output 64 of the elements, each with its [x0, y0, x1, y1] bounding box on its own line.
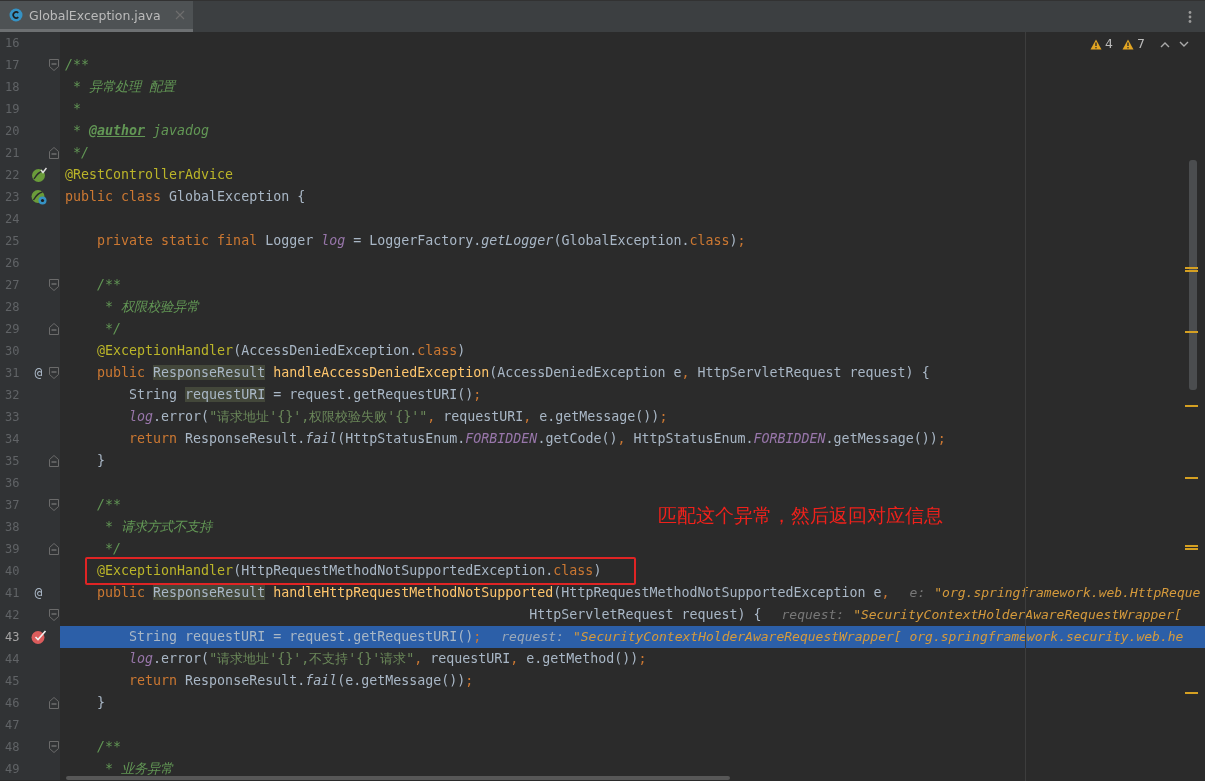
code-line: public ResponseResult handleAccessDeniedException(AccessDeniedException e, HttpServletRequest request) { — [97, 364, 930, 382]
error-stripe-mark — [1185, 692, 1198, 694]
breakpoint-icon[interactable] — [30, 629, 47, 645]
code-line: * 请求方式不支持 — [105, 518, 213, 536]
error-stripe-mark — [1185, 331, 1198, 333]
code-line: * 权限校验异常 — [105, 298, 200, 316]
code-line: log.error("请求地址'{}',权限校验失败'{}'", requestURI, e.getMessage()); — [129, 408, 668, 426]
inline-hint: request: "SecurityContextHolderAwareRequestWrapper[ — [781, 606, 1182, 624]
close-icon[interactable] — [174, 10, 185, 20]
fold-icon[interactable] — [49, 609, 59, 621]
code-line: HttpServletRequest request) { — [529, 606, 762, 624]
fold-icon[interactable] — [49, 279, 59, 291]
fold-icon[interactable] — [49, 59, 59, 71]
code-line: */ — [105, 540, 122, 558]
caret-down-icon[interactable] — [1179, 40, 1189, 48]
warning-count[interactable]: 7 — [1137, 36, 1145, 52]
code-line: /** — [97, 276, 122, 294]
code-line: return ResponseResult.fail(e.getMessage()); — [129, 672, 474, 690]
fold-icon[interactable] — [49, 697, 59, 709]
fold-icon[interactable] — [49, 741, 59, 753]
code-line: */ — [73, 144, 90, 162]
warning-count[interactable]: 4 — [1105, 36, 1114, 52]
line-number: 43 — [4, 629, 21, 646]
fold-icon[interactable] — [49, 499, 59, 511]
scrollbar-thumb[interactable] — [1189, 160, 1197, 390]
code-line: return ResponseResult.fail(HttpStatusEnum.FORBIDDEN.getCode(), HttpStatusEnum.FORBIDDEN.getMessage()); — [129, 430, 946, 448]
code-line: public class GlobalException { — [65, 188, 306, 206]
code-line: String requestURI = request.getRequestURI(); — [129, 386, 482, 404]
code-line: * — [73, 100, 82, 118]
code-line: log.error("请求地址'{}',不支持'{}'请求", requestURI, e.getMethod()); — [129, 650, 647, 668]
code-line: */ — [105, 320, 122, 338]
code-line: private static final Logger log = LoggerFactory.getLogger(GlobalException.class); — [97, 232, 746, 250]
code-line: @ExceptionHandler(AccessDeniedException.class) — [97, 342, 466, 360]
error-stripe-mark — [1185, 477, 1198, 479]
code-line: } — [97, 452, 106, 470]
fold-icon[interactable] — [49, 323, 59, 335]
leaf-check-icon[interactable] — [30, 167, 47, 183]
error-stripe-mark — [1185, 405, 1198, 407]
code-line: /** — [65, 56, 90, 74]
fold-icon[interactable] — [49, 543, 59, 555]
warning-icon[interactable] — [1122, 38, 1135, 50]
code-line: * 业务异常 — [105, 760, 174, 778]
leaf-badge-icon[interactable] — [30, 189, 47, 205]
code-line: @RestControllerAdvice — [65, 166, 234, 184]
code-line: * @author javadog — [73, 122, 210, 140]
code-line: * 异常处理 配置 — [73, 78, 176, 96]
code-line: /** — [97, 496, 122, 514]
gutter-marker[interactable]: @ — [34, 365, 43, 381]
fold-icon[interactable] — [49, 455, 59, 467]
callout-text: 匹配这个异常，然后返回对应信息 — [658, 503, 943, 528]
gutter-marker[interactable]: @ — [34, 585, 43, 601]
warning-icon[interactable] — [1090, 38, 1103, 50]
editor-tab[interactable]: GlobalException.java — [0, 1, 193, 32]
inline-hint: e: "org.springframework.web.HttpReque — [909, 584, 1201, 602]
code-line: /** — [97, 738, 122, 756]
code-line: String requestURI = request.getRequestURI(); — [129, 628, 482, 646]
fold-icon[interactable] — [49, 147, 59, 159]
scrollbar-thumb[interactable] — [66, 776, 730, 780]
code-line: public ResponseResult handleHttpRequestMethodNotSupported(HttpRequestMethodNotSupportedException e, — [97, 584, 890, 602]
file-type-icon — [9, 8, 23, 22]
code-line: } — [97, 694, 106, 712]
fold-icon[interactable] — [49, 367, 59, 379]
more-icon[interactable] — [1187, 9, 1193, 24]
caret-up-icon[interactable] — [1160, 40, 1170, 48]
